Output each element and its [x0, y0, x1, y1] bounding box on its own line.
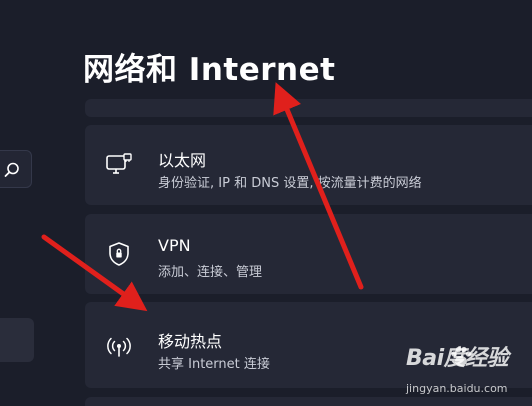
paw-icon [451, 346, 472, 366]
settings-card-ethernet[interactable]: 以太网 身份验证, IP 和 DNS 设置, 按流量计费的网络 [85, 125, 532, 205]
card-title-mobile-hotspot: 移动热点 [158, 332, 223, 351]
search-icon [4, 162, 19, 177]
card-subtitle-vpn: 添加、连接、管理 [158, 265, 263, 280]
sidebar-search-box[interactable] [0, 150, 32, 188]
settings-card-partial[interactable] [85, 99, 532, 117]
settings-card-vpn[interactable]: VPN 添加、连接、管理 [85, 214, 532, 294]
card-title-vpn: VPN [158, 236, 191, 255]
page-title: 网络和 Internet [83, 52, 336, 88]
card-subtitle-ethernet: 身份验证, IP 和 DNS 设置, 按流量计费的网络 [158, 176, 422, 191]
watermark-url: jingyan.baidu.com [406, 382, 508, 395]
card-subtitle-mobile-hotspot: 共享 Internet 连接 [158, 357, 270, 372]
sidebar-item-selected[interactable] [0, 318, 34, 362]
ethernet-monitor-icon [106, 153, 132, 174]
baidu-jingyan-watermark: Bai度经验 jingyan.baidu.com [406, 340, 509, 400]
card-title-ethernet: 以太网 [158, 151, 207, 170]
mobile-hotspot-icon [107, 337, 131, 357]
vpn-shield-icon [109, 242, 129, 266]
settings-window: 网络和 Internet 以太网 身份验证, IP 和 DNS 设置, 按流量计… [0, 0, 532, 406]
